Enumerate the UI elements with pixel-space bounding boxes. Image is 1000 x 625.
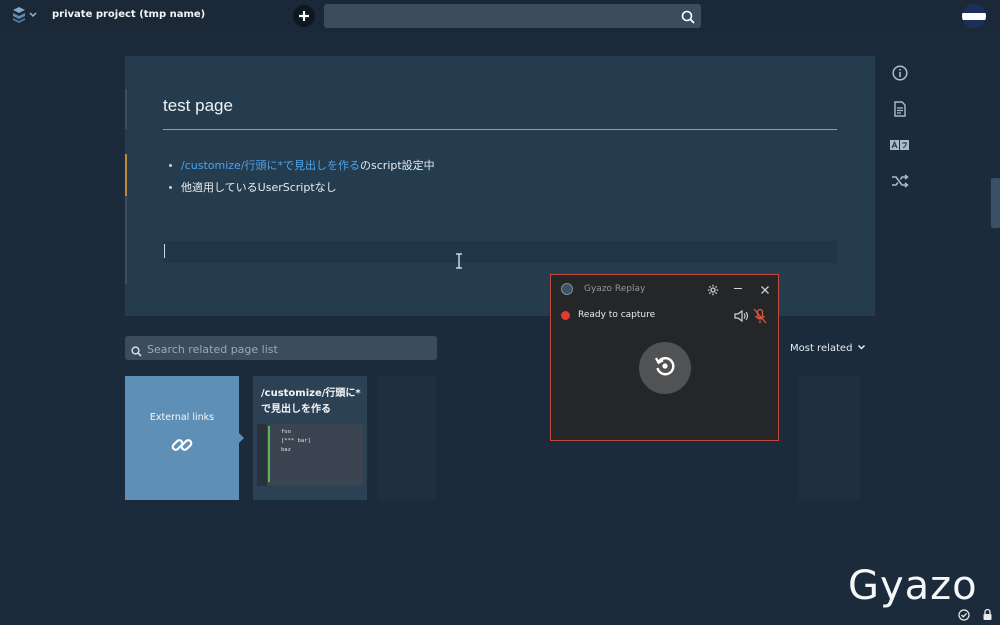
gyazo-window-title: Gyazo Replay — [584, 284, 646, 294]
related-search-bar — [125, 336, 437, 360]
speaker-icon[interactable] — [734, 308, 750, 327]
check-circle-icon — [958, 606, 970, 625]
scrapbox-logo-icon — [12, 6, 26, 24]
info-icon[interactable] — [890, 63, 910, 83]
chevron-down-icon — [28, 11, 38, 19]
translate-icon[interactable] — [890, 135, 910, 155]
gyazo-titlebar[interactable]: Gyazo Replay — [551, 275, 778, 301]
page-line[interactable]: /customize/行頭に*で見出しを作る のscript設定中 — [169, 157, 435, 173]
bullet-icon — [169, 185, 172, 189]
card-title: /customize/行頭に*で見出しを作る — [261, 388, 361, 415]
sort-dropdown[interactable]: Most related — [790, 343, 866, 354]
new-page-button[interactable] — [293, 5, 315, 27]
external-links-card[interactable]: External links — [125, 376, 244, 500]
document-icon[interactable] — [890, 99, 910, 119]
link-icon — [170, 433, 194, 461]
line-text: のscript設定中 — [360, 159, 435, 172]
search-bar — [324, 4, 701, 28]
shuffle-icon[interactable] — [890, 171, 910, 191]
close-icon[interactable] — [760, 280, 770, 299]
ibeam-cursor-icon — [455, 253, 463, 273]
mic-off-icon[interactable] — [753, 308, 767, 328]
gyazo-watermark: Gyazo — [848, 563, 978, 609]
chevron-down-icon — [857, 343, 866, 354]
lock-icon — [982, 606, 993, 625]
project-title[interactable]: private project (tmp name) — [52, 9, 205, 20]
card-label: External links — [149, 412, 215, 423]
sort-label: Most related — [790, 343, 853, 354]
page-link[interactable]: /customize/行頭に*で見出しを作る — [181, 157, 360, 173]
search-input[interactable] — [332, 7, 676, 27]
line-text: 他適用しているUserScriptなし — [181, 181, 337, 194]
top-navbar: private project (tmp name) — [0, 0, 1000, 32]
gyazo-replay-window: Gyazo Replay Ready to capture — [550, 274, 779, 441]
plus-icon — [298, 7, 310, 26]
gear-icon[interactable] — [707, 281, 719, 300]
bullet-icon — [169, 163, 172, 167]
scrollbar-thumb[interactable] — [991, 178, 1000, 228]
title-divider — [163, 129, 837, 130]
related-search-input[interactable] — [145, 339, 429, 359]
search-icon[interactable] — [681, 9, 695, 28]
project-menu[interactable] — [12, 6, 38, 24]
record-status-icon — [561, 311, 570, 320]
related-page-card[interactable]: /customize/行頭に*で見出しを作る foo [*** bar] baz — [253, 376, 367, 500]
gyazo-app-icon — [561, 283, 573, 295]
search-icon — [131, 342, 142, 361]
thumbnail-code: foo [*** bar] baz — [281, 429, 311, 453]
card-thumbnail: foo [*** bar] baz — [257, 424, 363, 486]
page-line[interactable]: 他適用しているUserScriptなし — [169, 179, 337, 195]
capture-button[interactable] — [639, 342, 691, 394]
cursor-line[interactable] — [163, 241, 837, 263]
capture-status: Ready to capture — [578, 310, 656, 320]
minimize-icon[interactable] — [734, 288, 742, 289]
edited-line-marker — [125, 154, 127, 196]
user-avatar[interactable] — [962, 4, 986, 28]
text-caret — [164, 244, 165, 258]
replay-icon — [653, 354, 677, 382]
page-title[interactable]: test page — [163, 96, 233, 116]
